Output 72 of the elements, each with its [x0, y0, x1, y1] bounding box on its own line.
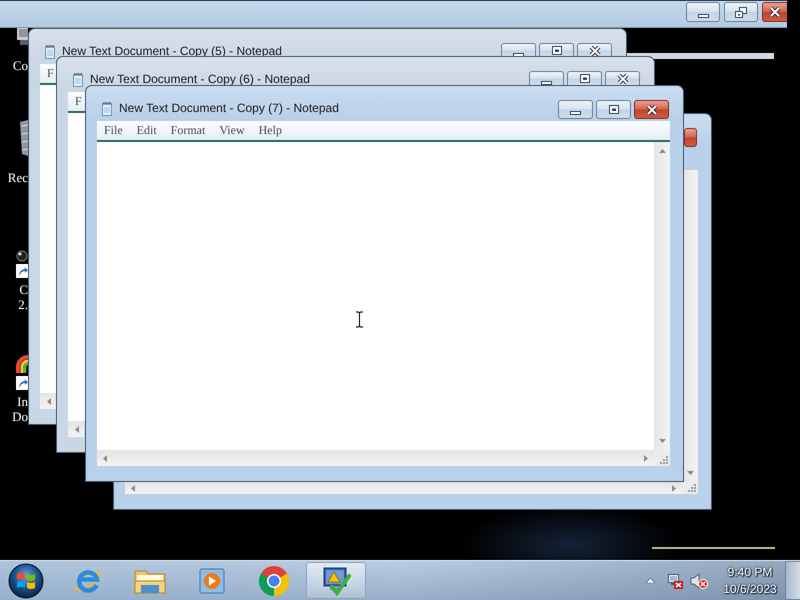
menu-item[interactable]: File — [97, 122, 130, 139]
play-icon — [198, 566, 226, 594]
icon-label: Co — [12, 58, 28, 73]
text-cursor-icon — [355, 311, 364, 328]
notepad-icon — [45, 44, 55, 59]
horizontal-scrollbar[interactable] — [40, 393, 56, 409]
maximize-icon — [608, 105, 618, 114]
menu-item[interactable]: F — [68, 93, 89, 110]
minimize-icon — [570, 111, 581, 115]
left-arrow-icon — [131, 484, 135, 492]
clock-time: 9:40 PM — [728, 564, 772, 580]
right-arrow-icon — [672, 484, 676, 492]
vertical-scrollbar[interactable] — [654, 142, 670, 450]
menu-item[interactable]: Format — [164, 122, 212, 139]
taskbar-button[interactable] — [306, 562, 366, 599]
left-arrow-icon — [47, 398, 51, 404]
close-icon — [588, 46, 600, 56]
down-arrow-icon — [658, 439, 666, 443]
icon-label: Rec — [8, 170, 28, 185]
left-arrow-icon — [75, 426, 79, 432]
rings-shortcut-icon — [16, 355, 28, 390]
window-title: New Text Document - Copy (6) - Notepad — [90, 71, 310, 88]
close-icon — [769, 7, 781, 17]
maximize-button[interactable] — [539, 43, 574, 57]
menu-item[interactable]: Edit — [130, 122, 164, 139]
up-arrow-icon — [658, 149, 666, 153]
up-triangle-icon — [646, 578, 654, 583]
close-icon — [616, 74, 628, 84]
computer-icon — [17, 28, 28, 45]
right-arrow-icon — [644, 454, 648, 462]
close-icon — [646, 104, 658, 114]
close-button[interactable] — [634, 100, 669, 119]
horizontal-scrollbar[interactable] — [125, 482, 682, 494]
notepad-icon — [102, 101, 112, 116]
close-button[interactable] — [577, 43, 612, 57]
minimize-icon — [698, 14, 708, 18]
menu-item[interactable]: Help — [252, 122, 289, 139]
notepad-icon — [73, 72, 83, 87]
restore-icon — [735, 6, 747, 18]
minimize-icon — [541, 81, 552, 85]
segmented-circle-icon — [258, 564, 290, 596]
speaker-icon[interactable] — [690, 572, 708, 588]
orb-icon — [8, 562, 44, 598]
ball-shortcut-icon — [16, 250, 28, 278]
minimize-button[interactable] — [558, 100, 593, 119]
menu-item[interactable]: F — [40, 65, 61, 82]
icon-label: 2. — [18, 297, 28, 312]
icon-label: Do — [12, 409, 28, 424]
horizontal-scrollbar[interactable] — [68, 421, 84, 437]
icon-label: In — [17, 394, 28, 409]
icon-label: C — [19, 282, 28, 297]
network-icon[interactable] — [667, 572, 683, 588]
maximize-button[interactable] — [567, 71, 602, 85]
maximize-icon — [552, 46, 562, 55]
window-title: New Text Document - Copy (7) - Notepad — [119, 100, 339, 117]
bin-icon — [20, 120, 28, 156]
clock-date: 10/6/2023 — [723, 580, 777, 598]
minimize-button[interactable] — [529, 71, 564, 85]
minimize-button[interactable] — [686, 2, 720, 22]
maximize-icon — [580, 74, 590, 83]
resize-grip-icon — [682, 482, 698, 494]
minimize-button[interactable] — [501, 43, 536, 57]
resize-grip-icon — [654, 450, 670, 466]
show-desktop-button[interactable] — [785, 561, 800, 600]
close-button[interactable] — [605, 71, 640, 85]
down-arrow-icon — [686, 471, 694, 475]
horizontal-scrollbar[interactable] — [97, 450, 654, 466]
maximize-button[interactable] — [596, 100, 631, 119]
left-arrow-icon — [103, 454, 107, 462]
restore-button[interactable] — [724, 2, 758, 22]
menu-item[interactable]: View — [212, 122, 252, 139]
close-button[interactable] — [762, 2, 787, 22]
